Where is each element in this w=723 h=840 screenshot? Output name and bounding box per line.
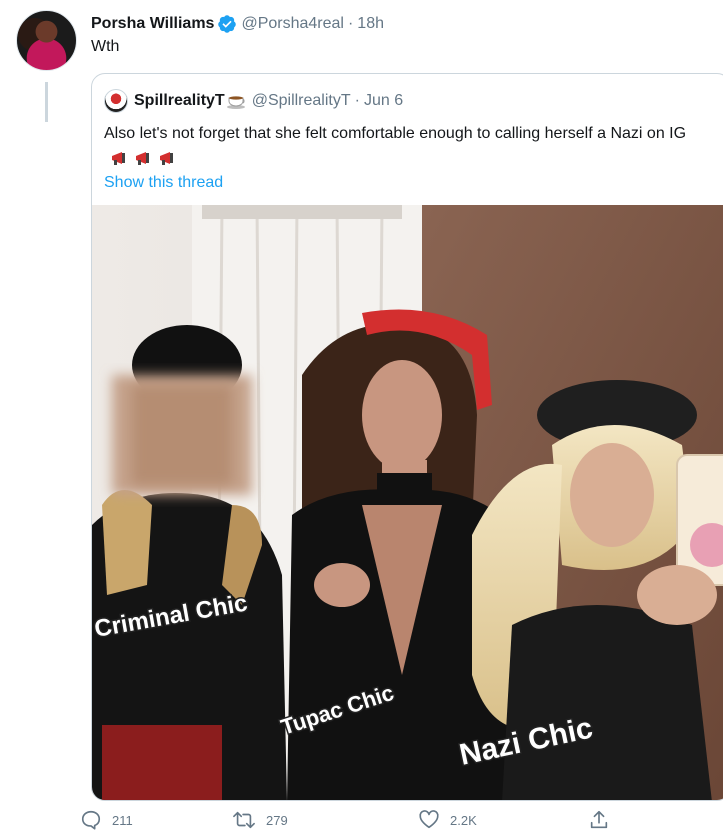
quoted-date: Jun 6 [363, 92, 404, 109]
show-thread-link[interactable]: Show this thread [104, 174, 223, 192]
retweet-count: 279 [266, 812, 288, 828]
reply-icon [81, 810, 101, 830]
share-button[interactable] [588, 806, 610, 834]
avatar[interactable] [16, 10, 77, 71]
tweet-header: Porsha Williams @Porsha4real · 18h [91, 13, 384, 35]
quoted-separator-dot: · [354, 92, 360, 109]
author-name[interactable]: Porsha Williams [91, 15, 214, 33]
quoted-media-photo[interactable]: Criminal Chic Tupac Chic Nazi Chic [92, 205, 723, 800]
quoted-tweet-text-block: Also let's not forget that she felt comf… [104, 122, 714, 170]
megaphone-emojis [110, 150, 180, 166]
verified-badge-icon [218, 15, 237, 33]
quoted-author-name: SpillrealityT [134, 92, 225, 109]
quoted-tweet-header: SpillrealityT @SpillrealityT · Jun 6 [104, 89, 404, 113]
tweet-text: Wth [91, 38, 120, 55]
mirror-selfie-photo: Criminal Chic Tupac Chic Nazi Chic [92, 205, 723, 800]
quoted-author-handle: @SpillrealityT [251, 92, 351, 109]
separator-dot: · [347, 15, 354, 32]
reply-button[interactable]: 211 [80, 806, 133, 834]
timestamp[interactable]: 18h [357, 15, 384, 33]
megaphone-icon [112, 151, 125, 165]
author-handle[interactable]: @Porsha4real [241, 15, 344, 33]
quoted-tweet[interactable]: SpillrealityT @SpillrealityT · Jun 6 Als… [91, 73, 723, 801]
retweet-button[interactable]: 279 [232, 806, 288, 834]
retweet-icon [233, 811, 255, 829]
like-button[interactable]: 2.2K [418, 806, 477, 834]
action-bar: 211 279 2.2K [80, 806, 620, 834]
tea-cup-icon [226, 96, 245, 109]
thread-line [45, 82, 48, 122]
reply-count: 211 [112, 812, 133, 828]
share-icon [590, 810, 608, 829]
megaphone-icon [160, 151, 173, 165]
quoted-tweet-text: Also let's not forget that she felt comf… [104, 125, 687, 142]
quoted-avatar [104, 89, 128, 113]
heart-icon [419, 810, 439, 829]
like-count: 2.2K [450, 812, 477, 828]
tweet[interactable]: Porsha Williams @Porsha4real · 18h Wth S… [0, 0, 723, 840]
megaphone-icon [136, 151, 149, 165]
